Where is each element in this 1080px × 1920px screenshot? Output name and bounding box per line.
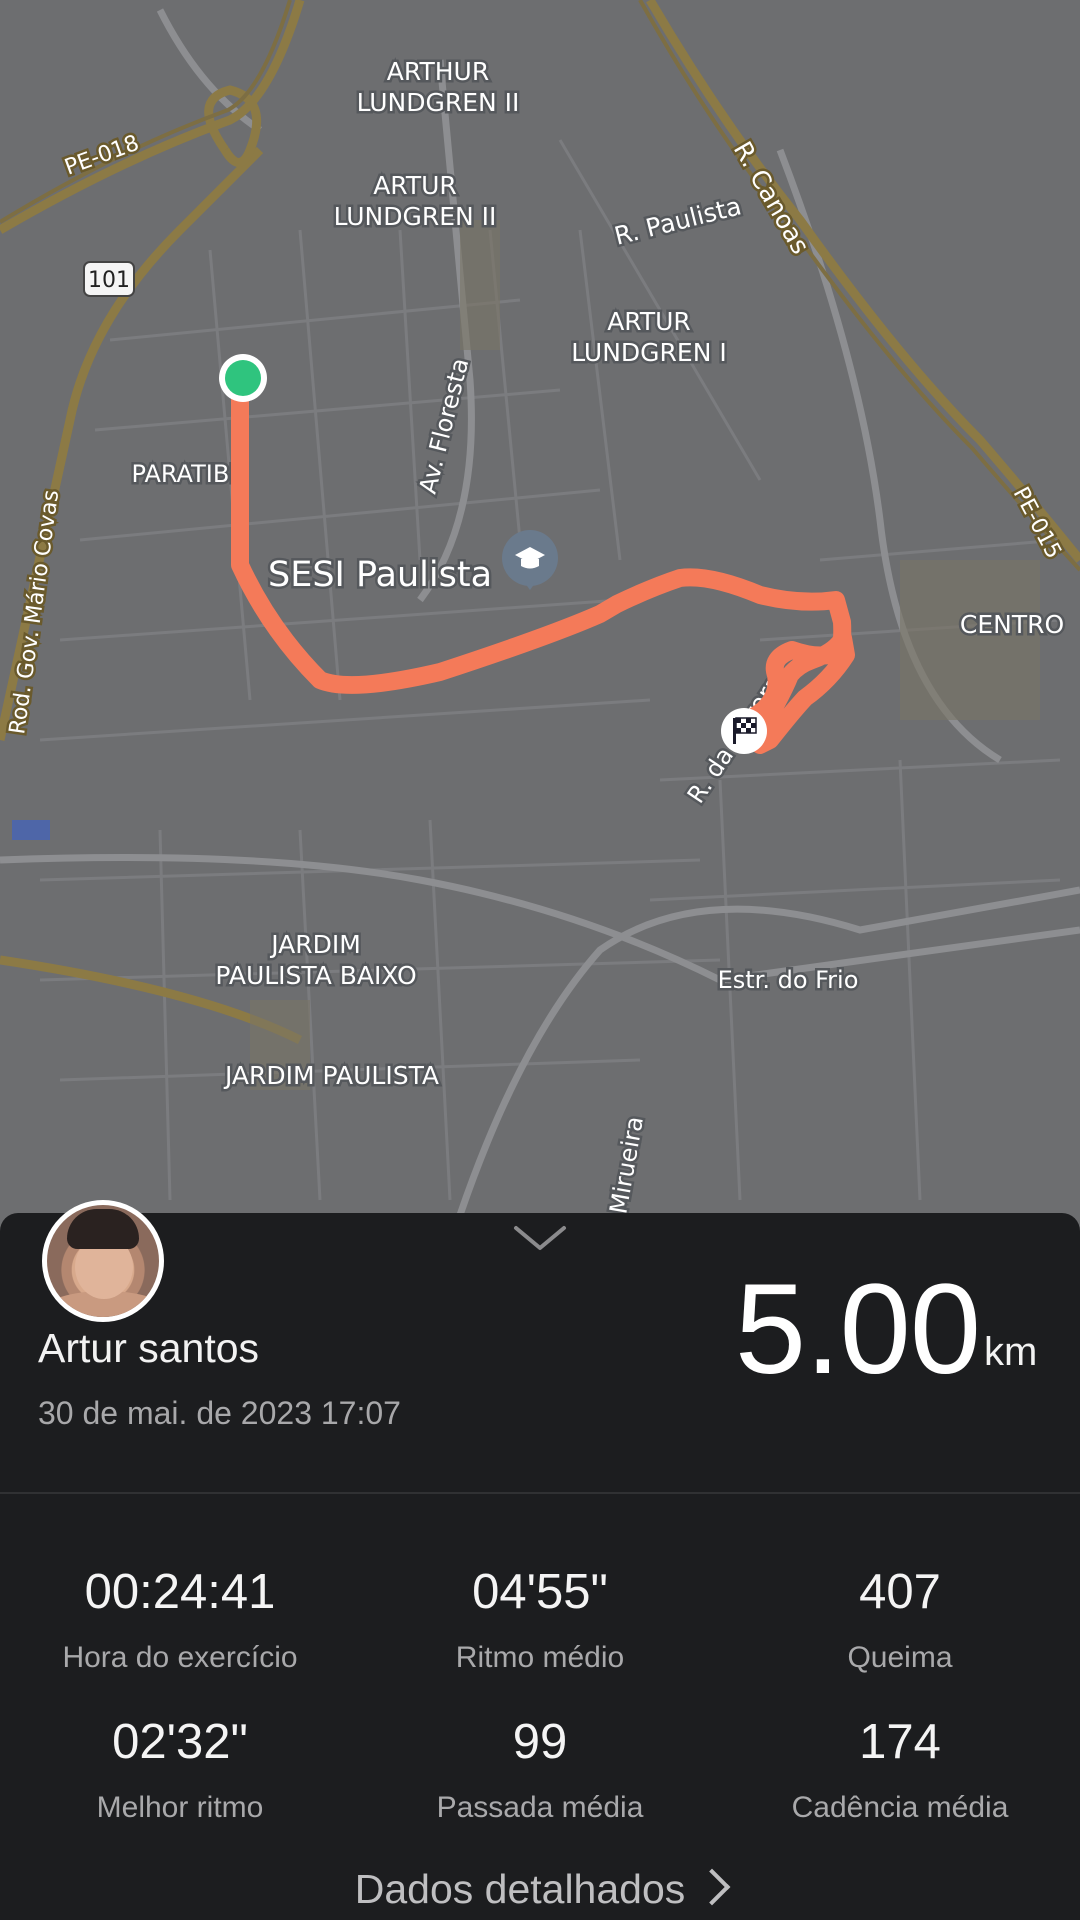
label-jardim-baixo-1: JARDIM [269, 930, 361, 959]
stat-value: 407 [859, 1565, 941, 1619]
detailed-data-label: Dados detalhados [354, 1866, 686, 1912]
stat-average-stride: 99 Passada média [360, 1718, 720, 1825]
start-marker[interactable] [219, 354, 267, 402]
user-name: Artur santos [38, 1325, 260, 1371]
stat-label: Hora do exercício [62, 1641, 298, 1674]
avatar[interactable] [42, 1200, 164, 1322]
label-artur-lundgren-i-2: LUNDGREN I [571, 338, 727, 367]
stat-value: 00:24:41 [84, 1565, 276, 1619]
chevron-right-icon [693, 1868, 731, 1906]
label-artur-lundgren-ii-2: LUNDGREN II [334, 202, 497, 231]
stat-calories: 407 Queima [720, 1568, 1080, 1675]
label-arthur-lundgren-2: LUNDGREN II [357, 88, 520, 117]
stat-best-pace: 02'32" Melhor ritmo [0, 1718, 360, 1825]
distance-value: 5.00 [734, 1258, 981, 1401]
label-paratibe: PARATIBE [132, 460, 245, 488]
stat-label: Melhor ritmo [96, 1791, 264, 1824]
label-road-101: 101 [88, 268, 130, 293]
label-arthur-lundgren-1: ARTHUR [387, 57, 489, 86]
stat-label: Cadência média [791, 1791, 1009, 1824]
label-sesi: SESI Paulista [268, 555, 492, 595]
stat-average-cadence: 174 Cadência média [720, 1718, 1080, 1825]
label-jardim-baixo-2: PAULISTA BAIXO [215, 961, 416, 990]
chevron-down-icon[interactable] [512, 1222, 568, 1252]
stat-value: 174 [859, 1715, 941, 1769]
stat-label: Queima [847, 1641, 953, 1674]
stat-label: Ritmo médio [455, 1641, 625, 1674]
stat-average-pace: 04'55" Ritmo médio [360, 1568, 720, 1675]
finish-flag-icon[interactable] [721, 708, 767, 754]
label-jardim-paulista: JARDIM PAULISTA [223, 1061, 439, 1090]
label-centro: CENTRO [960, 610, 1064, 639]
stat-exercise-time: 00:24:41 Hora do exercício [0, 1568, 360, 1675]
route-map[interactable]: ARTHUR LUNDGREN II ARTUR LUNDGREN II ART… [0, 0, 1080, 1215]
stat-value: 99 [512, 1715, 568, 1769]
label-artur-lundgren-ii-1: ARTUR [373, 171, 457, 200]
water-patch [12, 820, 50, 840]
stat-value: 02'32" [112, 1715, 248, 1769]
divider [0, 1492, 1080, 1494]
distance-unit: km [984, 1330, 1038, 1374]
stat-value: 04'55" [472, 1565, 608, 1619]
label-estr-do-frio: Estr. do Frio [718, 966, 859, 994]
stat-label: Passada média [436, 1791, 644, 1824]
workout-date: 30 de mai. de 2023 17:07 [38, 1395, 401, 1431]
label-artur-lundgren-i-1: ARTUR [607, 307, 691, 336]
detailed-data-link[interactable]: Dados detalhados [0, 1866, 1080, 1913]
